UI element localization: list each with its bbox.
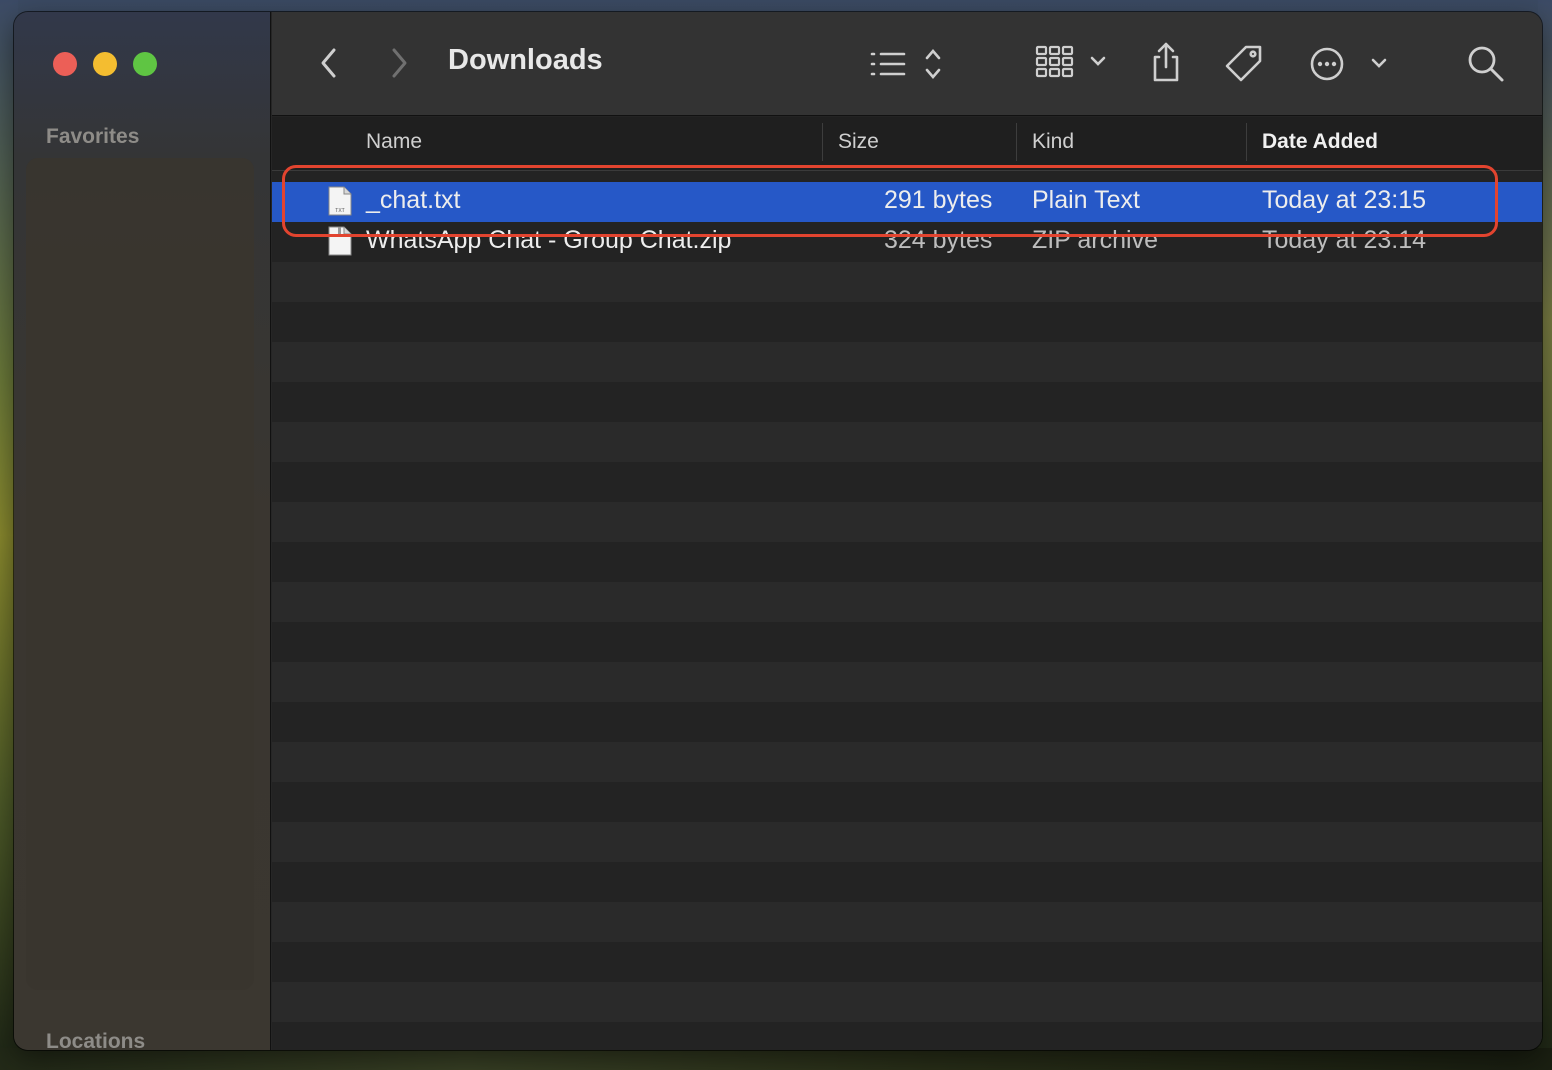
file-date-added: Today at 23:14: [1262, 226, 1427, 254]
file-name: WhatsApp Chat - Group Chat.zip: [366, 226, 732, 254]
sidebar: Favorites Locations: [14, 12, 271, 1050]
file-list: TXT _chat.txt 291 bytes Plain Text Today…: [272, 182, 1542, 1050]
sidebar-section-favorites: Favorites: [46, 125, 140, 148]
zip-file-icon: [328, 226, 352, 256]
file-size: 324 bytes: [884, 226, 993, 254]
empty-row: [272, 502, 1542, 542]
share-button[interactable]: [1146, 40, 1186, 84]
more-actions-button[interactable]: [1306, 42, 1396, 86]
ellipsis-circle-icon: [1310, 47, 1387, 81]
tag-button[interactable]: [1222, 42, 1266, 86]
column-divider[interactable]: [1246, 123, 1247, 161]
empty-row: [272, 902, 1542, 942]
view-options-button[interactable]: [866, 46, 956, 82]
svg-text:TXT: TXT: [335, 208, 344, 214]
empty-row: [272, 822, 1542, 862]
forward-button[interactable]: [384, 44, 414, 82]
file-size: 291 bytes: [884, 186, 993, 214]
column-kind[interactable]: Kind: [1032, 130, 1074, 154]
minimize-button[interactable]: [93, 52, 117, 76]
file-kind: ZIP archive: [1032, 226, 1158, 254]
file-date-added: Today at 23:15: [1262, 186, 1427, 214]
toolbar: Downloads: [272, 12, 1542, 116]
finder-window: Favorites Locations Downloads Name Size …: [14, 12, 1542, 1050]
empty-row: [272, 262, 1542, 302]
grid-icon: [1035, 45, 1106, 78]
sidebar-favorites-list: [26, 158, 254, 990]
column-date-added[interactable]: Date Added: [1262, 130, 1378, 154]
desktop-wallpaper-bottom: [0, 1048, 1552, 1070]
search-button[interactable]: [1464, 42, 1508, 86]
group-button[interactable]: [1032, 42, 1122, 82]
list-icon: [870, 49, 941, 79]
share-icon: [1153, 42, 1179, 82]
window-controls: [53, 52, 157, 76]
empty-row: [272, 742, 1542, 782]
chevron-left-icon: [321, 48, 336, 78]
file-kind: Plain Text: [1032, 186, 1140, 214]
chevron-right-icon: [392, 48, 407, 78]
column-divider[interactable]: [1016, 123, 1017, 161]
search-icon: [1468, 46, 1504, 82]
file-name: _chat.txt: [366, 186, 461, 214]
empty-row: [272, 662, 1542, 702]
empty-row: [272, 982, 1542, 1022]
column-divider[interactable]: [822, 123, 823, 161]
back-button[interactable]: [314, 44, 344, 82]
empty-row: [272, 342, 1542, 382]
column-size[interactable]: Size: [838, 130, 879, 154]
column-name[interactable]: Name: [366, 130, 422, 154]
file-row[interactable]: WhatsApp Chat - Group Chat.zip 324 bytes…: [272, 222, 1542, 262]
empty-row: [272, 582, 1542, 622]
window-title: Downloads: [448, 44, 603, 76]
main-content: Downloads Name Size Kind Date Added TXT …: [272, 12, 1542, 1050]
column-header: Name Size Kind Date Added: [272, 117, 1542, 171]
txt-file-icon: TXT: [328, 186, 352, 216]
tag-icon: [1225, 45, 1262, 82]
sidebar-section-locations: Locations: [46, 1030, 146, 1050]
close-button[interactable]: [53, 52, 77, 76]
file-row[interactable]: TXT _chat.txt 291 bytes Plain Text Today…: [272, 182, 1542, 222]
zoom-button[interactable]: [133, 52, 157, 76]
empty-row: [272, 422, 1542, 462]
